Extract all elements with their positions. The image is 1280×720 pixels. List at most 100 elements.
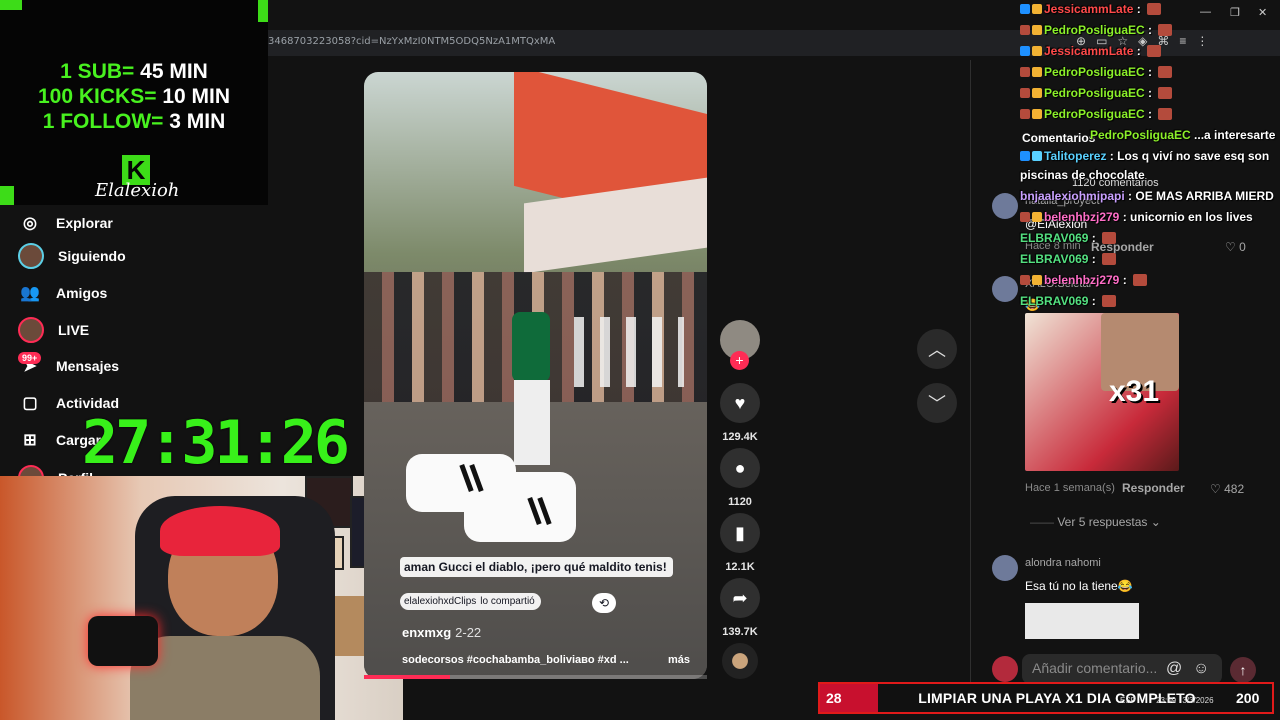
badge-icon — [1020, 109, 1030, 119]
chat-message: PedroPosliguaEC : — [1020, 65, 1173, 79]
emote-icon — [1102, 295, 1117, 307]
badge-icon — [1020, 46, 1030, 56]
comment-image[interactable] — [1025, 603, 1139, 639]
video-author[interactable]: enxmxg 2-22 — [402, 625, 481, 640]
stream-goals-overlay: 1 SUB= 45 MIN 100 KICKS= 10 MIN 1 FOLLOW… — [0, 0, 268, 205]
badge-icon — [1032, 109, 1042, 119]
video-progress-bar[interactable] — [364, 675, 707, 679]
avatar[interactable] — [992, 193, 1018, 219]
comment-input[interactable]: Añadir comentario... — [1022, 654, 1222, 684]
video-person — [512, 312, 550, 382]
comment-likes[interactable]: ♡ 0 — [1225, 240, 1246, 254]
avatar[interactable] — [992, 276, 1018, 302]
badge-icon — [1020, 88, 1030, 98]
system-tray: ESP 23:09 3/3/2026 — [1120, 696, 1214, 705]
comment-icon[interactable]: ● — [720, 448, 760, 488]
comment-likes[interactable]: ♡ 482 — [1210, 482, 1244, 496]
like-count: 129.4K — [722, 431, 758, 443]
bookmark-icon[interactable]: ▮ — [720, 513, 760, 553]
sidebar-item-explorar[interactable]: ◎ Explorar — [18, 211, 113, 235]
video-chairs — [574, 317, 684, 387]
like-action[interactable]: ♥ 129.4K — [720, 383, 760, 443]
badge-icon — [1020, 4, 1030, 14]
restore-icon[interactable]: ❐ — [1230, 6, 1240, 19]
emote-icon — [1158, 66, 1173, 78]
sidebar-item-live[interactable]: LIVE — [18, 317, 89, 343]
chat-message: PedroPosliguaEC : — [1020, 107, 1173, 121]
chat-message: ELBRAV069 : — [1020, 252, 1117, 266]
goal-current: 28 — [820, 684, 878, 712]
friends-icon: 👥 — [20, 285, 40, 302]
comment-time: Hace 1 semana(s) — [1025, 482, 1115, 494]
badge-icon — [1032, 88, 1042, 98]
tray-date[interactable]: 3/3/2026 — [1182, 696, 1213, 705]
screen: { "browser": { "url": "3468703223058?cid… — [0, 0, 1280, 720]
video-hashtags[interactable]: sodecorsos #cochabamba_boliviaвo #xd ... — [402, 654, 629, 666]
badge-icon — [1032, 67, 1042, 77]
save-action[interactable]: ▮ 12.1K — [720, 513, 760, 573]
sidebar-item-amigos[interactable]: 👥 Amigos — [18, 281, 107, 305]
comment-author[interactable]: alondra nahomi — [1025, 557, 1101, 569]
comment-count: 1120 — [728, 496, 752, 508]
menu-icon[interactable]: ⋮ — [1196, 34, 1208, 48]
microphone — [88, 616, 158, 666]
emote-icon — [1158, 87, 1173, 99]
badge-icon — [1020, 151, 1030, 161]
plus-square-icon: ⊞ — [23, 432, 37, 449]
badge-icon — [1032, 151, 1042, 161]
message-icon: ▢ — [22, 395, 38, 412]
follow-button[interactable]: + — [730, 351, 749, 370]
tray-lang[interactable]: ESP — [1120, 696, 1136, 705]
sidebar-item-label: Mensajes — [56, 358, 120, 374]
reply-button[interactable]: Responder — [1122, 481, 1185, 495]
view-replies-button[interactable]: —— Ver 5 respuestas ⌄ — [1030, 515, 1161, 529]
chevron-up-icon[interactable]: ︿ — [917, 329, 957, 369]
badge-icon — [1020, 212, 1030, 222]
badge-icon — [1020, 275, 1030, 285]
mention-icon[interactable]: @ — [1166, 660, 1182, 678]
playlist-icon[interactable]: ≡ — [1179, 34, 1186, 48]
heart-icon[interactable]: ♥ — [720, 383, 760, 423]
badge-icon — [1032, 4, 1042, 14]
emote-icon — [1158, 24, 1173, 36]
close-icon[interactable]: ✕ — [1258, 6, 1267, 19]
emote-icon — [1133, 274, 1148, 286]
share-icon[interactable]: ➦ — [720, 578, 760, 618]
heart-icon: ♡ — [1225, 240, 1240, 254]
chat-message: ELBRAV069 : — [1020, 294, 1117, 308]
tab-comments[interactable]: Comentarios — [1022, 131, 1095, 145]
comment-text: Esa tú no la tiene😂 — [1025, 579, 1133, 593]
shared-by-tag[interactable]: elalexiohxdClips lo compartió — [400, 593, 541, 610]
send-button[interactable]: ↑ — [1230, 657, 1256, 683]
shared-suffix: lo compartió — [480, 596, 535, 607]
more-button[interactable]: más — [668, 654, 690, 666]
music-disc[interactable] — [722, 643, 758, 679]
tray-time[interactable]: 23:09 — [1156, 696, 1176, 705]
emote-icon — [1147, 45, 1162, 57]
chat-message: Talitoperez : Los q viví no save esq son — [1020, 149, 1269, 163]
goal-target: 200 — [1236, 690, 1260, 706]
badge-icon — [1020, 67, 1030, 77]
video-player[interactable] — [364, 72, 707, 679]
comment-action[interactable]: ● 1120 — [720, 448, 760, 508]
goal-line: 1 FOLLOW= 3 MIN — [42, 110, 226, 133]
share-action[interactable]: ➦ 139.7K — [720, 578, 760, 638]
share-count: 139.7K — [722, 626, 758, 638]
chat-message: ELBRAV069 : — [1020, 231, 1117, 245]
url-text[interactable]: 3468703223058?cid=NzYxMzI0NTM5ODQ5NzA1MT… — [268, 36, 555, 47]
comment-image[interactable]: x31 — [1025, 313, 1179, 471]
sidebar-item-siguiendo[interactable]: Siguiendo — [18, 243, 126, 269]
badge-icon — [1032, 25, 1042, 35]
shared-by-user: elalexiohxdClips — [404, 596, 477, 607]
minimize-icon[interactable]: — — [1200, 6, 1211, 18]
sidebar-item-label: Amigos — [56, 285, 108, 301]
webcam-feed — [0, 476, 403, 720]
sidebar-item-label: Explorar — [56, 215, 113, 231]
repost-icon[interactable]: ⟲ — [592, 593, 616, 613]
emote-icon — [1102, 232, 1117, 244]
author-name: enxmxg — [402, 625, 452, 640]
chevron-down-icon[interactable]: ﹀ — [917, 383, 957, 423]
avatar[interactable] — [992, 555, 1018, 581]
avatar — [18, 243, 44, 269]
emoji-icon[interactable]: ☺ — [1193, 660, 1209, 678]
